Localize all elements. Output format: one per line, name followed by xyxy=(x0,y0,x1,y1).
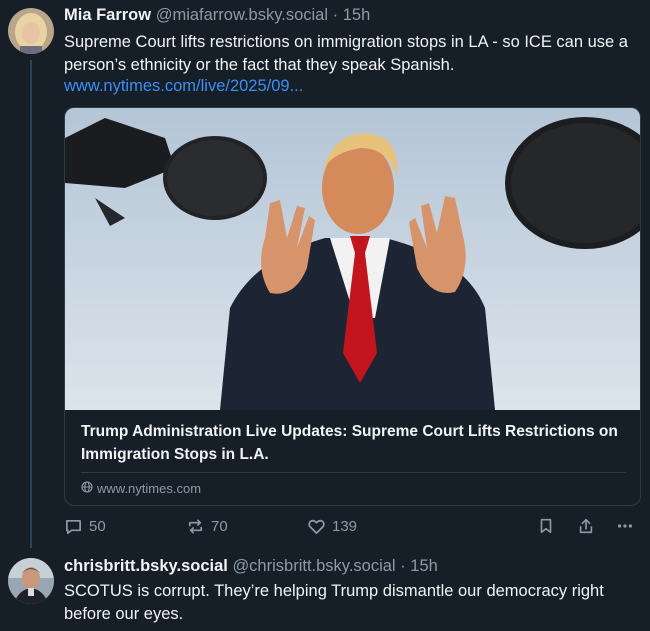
author-name[interactable]: Mia Farrow xyxy=(64,6,151,24)
globe-icon xyxy=(81,481,93,496)
reply-button[interactable]: 50 xyxy=(64,517,106,536)
post-mia-farrow[interactable]: Mia Farrow @miafarrow.bsky.social · 15h … xyxy=(0,0,650,548)
reply-count: 50 xyxy=(89,518,106,535)
separator: · xyxy=(332,6,339,24)
separator: · xyxy=(400,557,406,575)
post-actions: 50 70 139 xyxy=(0,517,650,543)
heart-icon xyxy=(307,517,326,536)
post-time[interactable]: 15h xyxy=(410,557,438,575)
post-chrisbritt[interactable]: chrisbritt.bsky.social @chrisbritt.bsky.… xyxy=(0,545,650,631)
post-text: SCOTUS is corrupt. They’re helping Trump… xyxy=(64,582,604,623)
reply-icon xyxy=(64,517,83,536)
post-time[interactable]: 15h xyxy=(343,6,371,24)
repost-icon xyxy=(186,517,205,536)
share-button[interactable] xyxy=(577,517,595,535)
thread-line xyxy=(30,60,32,548)
author-name[interactable]: chrisbritt.bsky.social xyxy=(64,557,228,575)
post-link[interactable]: www.nytimes.com/live/2025/09... xyxy=(64,77,303,96)
avatar[interactable] xyxy=(8,558,54,604)
bookmark-button[interactable] xyxy=(537,517,555,535)
like-count: 139 xyxy=(332,518,358,535)
card-image xyxy=(65,108,640,410)
avatar[interactable] xyxy=(8,8,54,54)
post-text: Supreme Court lifts restrictions on immi… xyxy=(64,33,628,74)
bookmark-icon xyxy=(537,517,555,535)
more-options-button[interactable] xyxy=(615,517,635,535)
card-domain-text: www.nytimes.com xyxy=(97,481,202,496)
share-icon xyxy=(577,517,595,535)
author-handle[interactable]: @miafarrow.bsky.social xyxy=(156,6,328,24)
more-icon xyxy=(615,517,635,535)
repost-count: 70 xyxy=(211,518,228,535)
card-domain: www.nytimes.com xyxy=(81,481,201,496)
like-button[interactable]: 139 xyxy=(307,517,357,536)
post-header: chrisbritt.bsky.social @chrisbritt.bsky.… xyxy=(64,557,438,576)
link-card[interactable]: Trump Administration Live Updates: Supre… xyxy=(64,107,641,506)
author-handle[interactable]: @chrisbritt.bsky.social xyxy=(232,557,395,575)
post-header: Mia Farrow @miafarrow.bsky.social · 15h xyxy=(64,6,370,25)
card-divider xyxy=(81,472,626,473)
repost-button[interactable]: 70 xyxy=(186,517,228,536)
card-title[interactable]: Trump Administration Live Updates: Supre… xyxy=(81,420,631,466)
